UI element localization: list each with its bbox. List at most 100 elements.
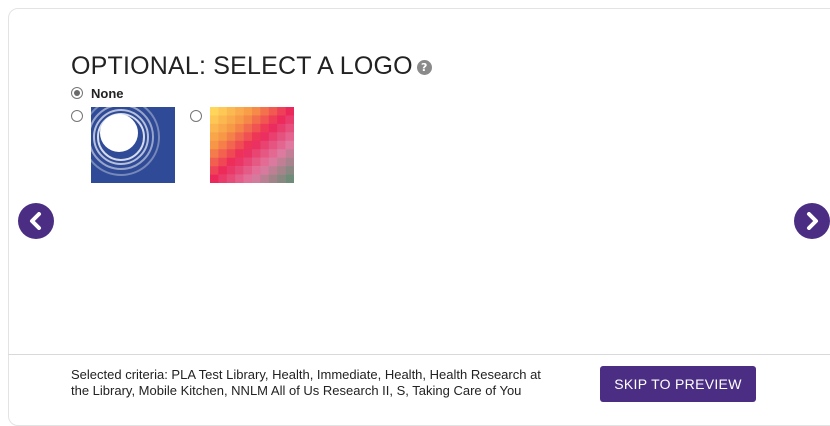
logo-grid-cell xyxy=(235,140,244,150)
logo-grid-cell xyxy=(277,166,286,175)
logo-grid-cell xyxy=(260,174,270,183)
logo-grid-cell xyxy=(260,115,270,125)
radio-logo-1[interactable] xyxy=(71,110,83,122)
logo-grid-cell xyxy=(243,123,253,133)
logo-grid-cell xyxy=(260,166,270,175)
footer-divider xyxy=(8,354,830,355)
radio-logo-2[interactable] xyxy=(190,110,202,122)
logo-grid-cell xyxy=(226,157,236,167)
logo-grid-cell xyxy=(243,166,253,175)
logo-grid-cell xyxy=(268,140,278,150)
logo-grid-cell xyxy=(260,140,270,150)
logo-grid-cell xyxy=(226,107,236,116)
logo-grid-cell xyxy=(243,107,253,116)
skip-to-preview-button[interactable]: SKIP TO PREVIEW xyxy=(600,366,756,402)
logo-grid-cell xyxy=(285,115,294,125)
logo-grid-cell xyxy=(268,107,278,116)
logo-grid-cell xyxy=(268,157,278,167)
logo-grid-cell xyxy=(218,166,228,175)
logo-grid-cell xyxy=(235,123,244,133)
logo-grid-cell xyxy=(260,123,270,133)
logo-grid-cell xyxy=(252,115,261,125)
logo-grid-cell xyxy=(285,132,294,142)
radio-none[interactable] xyxy=(71,87,83,99)
logo-grid-cell xyxy=(260,132,270,142)
logo-grid-cell xyxy=(235,115,244,125)
logo-grid-cell xyxy=(226,132,236,142)
logo-grid-cell xyxy=(285,157,294,167)
logo-grid-cell xyxy=(243,132,253,142)
logo-grid-cell xyxy=(268,149,278,158)
logo-grid-cell xyxy=(277,157,286,167)
logo-grid-cell xyxy=(226,166,236,175)
logo-grid-cell xyxy=(277,174,286,183)
logo-grid-cell xyxy=(226,174,236,183)
logo-grid-cell xyxy=(210,132,219,142)
logo-grid-cell xyxy=(218,123,228,133)
logo-grid-cell xyxy=(260,149,270,158)
logo-grid-cell xyxy=(218,115,228,125)
logo-grid-cell xyxy=(243,174,253,183)
logo-grid-cell xyxy=(210,149,219,158)
logo-grid-cell xyxy=(252,140,261,150)
gradient-grid-logo[interactable] xyxy=(210,107,294,183)
nnlm-circles-logo[interactable] xyxy=(91,107,175,183)
logo-grid-cell xyxy=(285,140,294,150)
prev-slide-button[interactable] xyxy=(18,203,54,239)
logo-grid-cell xyxy=(260,107,270,116)
logo-grid-cell xyxy=(235,132,244,142)
logo-grid-cell xyxy=(252,132,261,142)
logo-grid-cell xyxy=(226,115,236,125)
logo-grid-cell xyxy=(235,166,244,175)
logo-grid-cell xyxy=(268,115,278,125)
chevron-right-icon xyxy=(807,212,818,230)
logo-grid-cell xyxy=(235,157,244,167)
logo-grid-cell xyxy=(277,132,286,142)
logo-grid-cell xyxy=(218,157,228,167)
logo-grid-cell xyxy=(277,140,286,150)
none-option-label[interactable]: None xyxy=(91,86,124,101)
logo-grid-cell xyxy=(268,132,278,142)
logo-grid-cell xyxy=(252,157,261,167)
logo-grid-cell xyxy=(235,174,244,183)
logo-grid-cell xyxy=(268,123,278,133)
selected-criteria-text: Selected criteria: PLA Test Library, Hea… xyxy=(71,367,541,398)
logo-grid-cell xyxy=(252,166,261,175)
logo-grid-cell xyxy=(243,157,253,167)
logo-grid-cell xyxy=(218,132,228,142)
logo-grid-cell xyxy=(210,166,219,175)
logo-grid-cell xyxy=(268,174,278,183)
logo-grid-cell xyxy=(277,123,286,133)
logo-grid-cell xyxy=(285,166,294,175)
logo-grid-cell xyxy=(243,140,253,150)
logo-grid-cell xyxy=(252,107,261,116)
logo-grid-cell xyxy=(226,123,236,133)
question-circle-icon[interactable]: ? xyxy=(416,60,432,75)
logo-grid-cell xyxy=(277,107,286,116)
logo-grid-cell xyxy=(235,107,244,116)
logo-grid-cell xyxy=(285,174,294,183)
logo-grid-cell xyxy=(285,149,294,158)
logo-grid-cell xyxy=(252,149,261,158)
page-title: OPTIONAL: SELECT A LOGO? xyxy=(71,52,432,81)
logo-grid-cell xyxy=(268,166,278,175)
title-text: OPTIONAL: SELECT A LOGO xyxy=(71,52,413,80)
logo-grid-cell xyxy=(243,115,253,125)
logo-grid-cell xyxy=(218,174,228,183)
chevron-left-icon xyxy=(30,212,41,230)
logo-grid-cell xyxy=(218,107,228,116)
logo-grid-cell xyxy=(285,123,294,133)
logo-grid-cell xyxy=(210,123,219,133)
logo-grid-cell xyxy=(277,149,286,158)
logo-grid-cell xyxy=(285,107,294,116)
logo-grid-cell xyxy=(218,149,228,158)
logo-grid-cell xyxy=(210,140,219,150)
logo-grid-cell xyxy=(243,149,253,158)
logo-grid-cell xyxy=(210,157,219,167)
logo-grid-cell xyxy=(235,149,244,158)
next-slide-button[interactable] xyxy=(794,203,830,239)
logo-grid-cell xyxy=(210,174,219,183)
logo-grid-cell xyxy=(226,149,236,158)
logo-grid-cell xyxy=(277,115,286,125)
logo-grid-cell xyxy=(210,115,219,125)
